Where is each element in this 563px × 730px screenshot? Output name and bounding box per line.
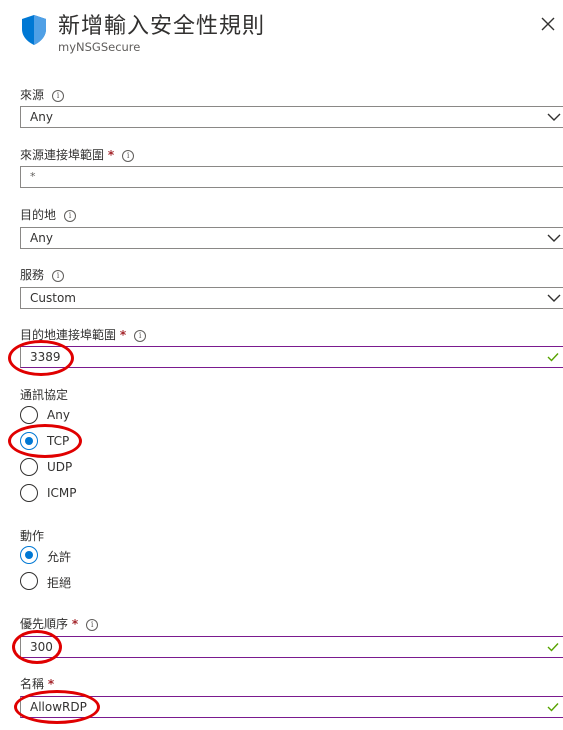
action-label: 動作 bbox=[20, 529, 45, 543]
source-port-placeholder: * bbox=[30, 170, 36, 183]
source-port-input[interactable]: * bbox=[20, 166, 563, 188]
protocol-radio-tcp[interactable] bbox=[20, 432, 38, 450]
shield-icon bbox=[22, 15, 46, 45]
protocol-radio-any[interactable] bbox=[20, 406, 38, 424]
protocol-option-label: TCP bbox=[47, 434, 70, 448]
service-label: 服務 i bbox=[20, 266, 65, 283]
chevron-down-icon bbox=[547, 234, 561, 242]
chevron-down-icon bbox=[547, 294, 561, 302]
info-icon[interactable]: i bbox=[134, 330, 147, 342]
protocol-radio-udp[interactable] bbox=[20, 458, 38, 476]
close-icon[interactable] bbox=[538, 14, 558, 34]
destination-label: 目的地 i bbox=[20, 206, 77, 223]
action-radio-allow[interactable] bbox=[20, 546, 38, 564]
source-value: Any bbox=[30, 110, 53, 124]
info-icon[interactable]: i bbox=[52, 270, 65, 282]
name-input[interactable]: AllowRDP bbox=[20, 696, 563, 718]
dest-port-label: 目的地連接埠範圍 * i bbox=[20, 326, 147, 343]
protocol-option-label: UDP bbox=[47, 460, 73, 474]
page-title: 新增輸入安全性規則 bbox=[58, 14, 266, 39]
service-value: Custom bbox=[30, 291, 76, 305]
info-icon[interactable]: i bbox=[86, 619, 99, 631]
protocol-label: 通訊協定 bbox=[20, 388, 69, 402]
chevron-down-icon bbox=[547, 113, 561, 121]
protocol-radio-icmp[interactable] bbox=[20, 484, 38, 502]
info-icon[interactable]: i bbox=[52, 90, 65, 102]
action-radio-deny[interactable] bbox=[20, 572, 38, 590]
priority-value: 300 bbox=[30, 640, 53, 654]
action-option-label: 拒絕 bbox=[47, 576, 72, 590]
info-icon[interactable]: i bbox=[64, 210, 77, 222]
dest-port-value: 3389 bbox=[30, 350, 61, 364]
name-value: AllowRDP bbox=[30, 700, 87, 714]
dest-port-input[interactable]: 3389 bbox=[20, 346, 563, 368]
priority-input[interactable]: 300 bbox=[20, 636, 563, 658]
source-label: 來源 i bbox=[20, 86, 65, 103]
name-label: 名稱 * bbox=[20, 677, 55, 691]
info-icon[interactable]: i bbox=[122, 150, 135, 162]
source-dropdown[interactable]: Any bbox=[20, 106, 563, 128]
protocol-option-label: Any bbox=[47, 408, 70, 422]
checkmark-icon bbox=[547, 703, 559, 712]
source-port-label: 來源連接埠範圍 * i bbox=[20, 146, 135, 163]
service-dropdown[interactable]: Custom bbox=[20, 287, 563, 309]
protocol-option-label: ICMP bbox=[47, 486, 77, 500]
destination-value: Any bbox=[30, 231, 53, 245]
priority-label: 優先順序 * i bbox=[20, 615, 99, 632]
checkmark-icon bbox=[547, 643, 559, 652]
checkmark-icon bbox=[547, 353, 559, 362]
action-option-label: 允許 bbox=[47, 550, 72, 564]
page-subtitle: myNSGSecure bbox=[58, 40, 141, 54]
destination-dropdown[interactable]: Any bbox=[20, 227, 563, 249]
